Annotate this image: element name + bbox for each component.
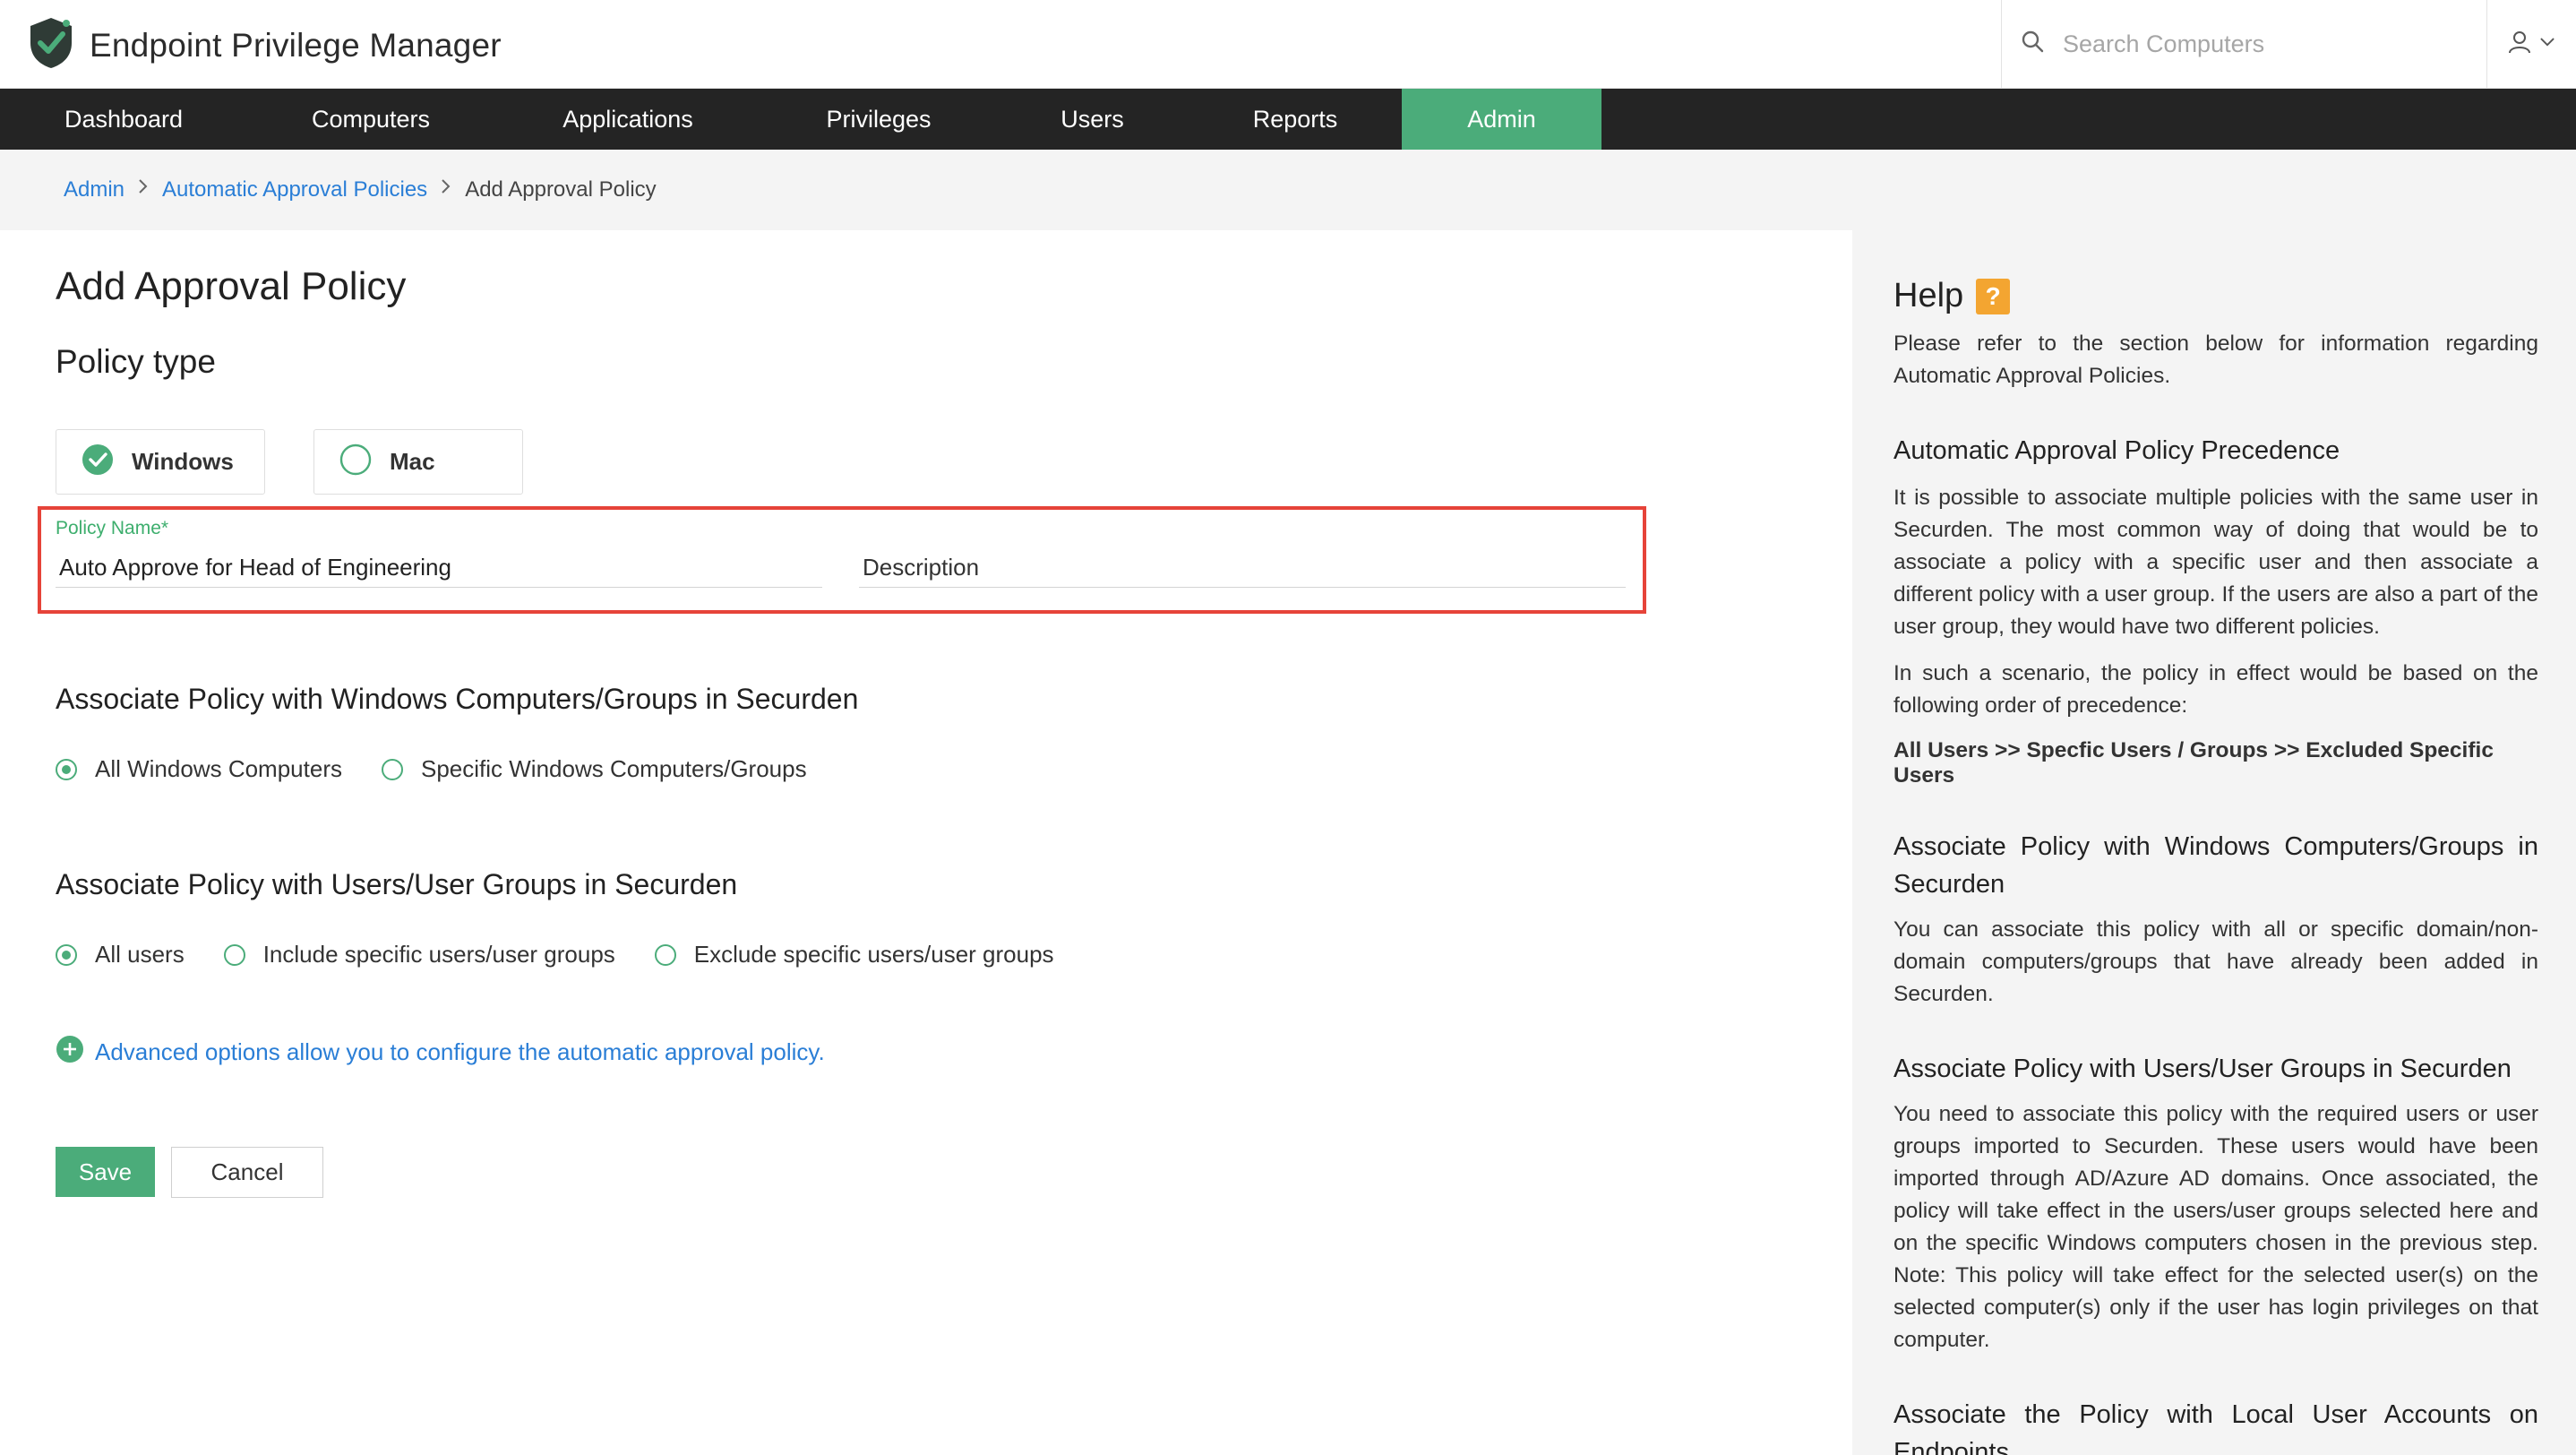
- radio-specific-windows-computers[interactable]: Specific Windows Computers/Groups: [381, 755, 807, 783]
- shield-logo-icon: [27, 16, 75, 74]
- radio-selected-icon: [56, 758, 77, 780]
- nav-users[interactable]: Users: [996, 89, 1189, 150]
- help-intro: Please refer to the section below for in…: [1893, 331, 2538, 388]
- save-button[interactable]: Save: [56, 1147, 155, 1197]
- radio-selected-icon: [56, 943, 77, 966]
- help-heading: Associate Policy with Users/User Groups …: [1893, 1055, 2512, 1083]
- user-icon: [2507, 30, 2532, 59]
- help-heading: Associate Policy with Windows Computers/…: [1893, 832, 2538, 899]
- computers-section-title: Associate Policy with Windows Computers/…: [56, 683, 859, 715]
- nav-applications[interactable]: Applications: [494, 89, 761, 150]
- radio-all-windows-computers[interactable]: All Windows Computers: [56, 755, 342, 783]
- breadcrumb-current: Add Approval Policy: [465, 176, 657, 202]
- help-title: Help ?: [1893, 277, 2538, 315]
- breadcrumb-admin[interactable]: Admin: [64, 177, 125, 202]
- advanced-options-link[interactable]: Advanced options allow you to configure …: [56, 1035, 825, 1070]
- plus-circle-icon: [56, 1035, 95, 1070]
- nav-admin[interactable]: Admin: [1402, 89, 1601, 150]
- app-title: Endpoint Privilege Manager: [90, 26, 502, 64]
- os-option-mac[interactable]: Mac: [313, 429, 523, 495]
- chevron-right-icon: [427, 176, 465, 202]
- radio-label: All Windows Computers: [95, 755, 342, 782]
- radio-all-users[interactable]: All users: [56, 941, 185, 969]
- help-precedence-order: All Users >> Specfic Users / Groups >> E…: [1893, 738, 2494, 788]
- policy-name-label: Policy Name*: [56, 518, 169, 538]
- help-question-icon: ?: [1976, 278, 2011, 314]
- help-title-text: Help: [1893, 277, 1964, 314]
- help-paragraph: In such a scenario, the policy in effect…: [1893, 661, 2538, 718]
- radio-empty-icon: [314, 443, 372, 480]
- help-heading: Automatic Approval Policy Precedence: [1893, 436, 2340, 465]
- description-input[interactable]: [859, 548, 1626, 588]
- help-paragraph: You can associate this policy with all o…: [1893, 917, 2538, 1006]
- help-panel[interactable]: Help ? Please refer to the section below…: [1852, 230, 2576, 1455]
- page-title: Add Approval Policy: [56, 264, 407, 308]
- chevron-down-icon: [2537, 32, 2557, 56]
- help-paragraph: It is possible to associate multiple pol…: [1893, 486, 2538, 639]
- policy-type-title: Policy type: [56, 343, 216, 380]
- nav-reports[interactable]: Reports: [1189, 89, 1402, 150]
- os-option-windows[interactable]: Windows: [56, 429, 265, 495]
- search-box: [2001, 0, 2486, 89]
- main-content: Add Approval Policy Policy type Windows …: [0, 230, 1852, 1455]
- radio-include-specific-users[interactable]: Include specific users/user groups: [223, 941, 615, 969]
- radio-empty-icon: [223, 943, 245, 966]
- brand[interactable]: Endpoint Privilege Manager: [27, 16, 502, 74]
- advanced-options-label: Advanced options allow you to configure …: [95, 1038, 825, 1065]
- help-heading: Associate the Policy with Local User Acc…: [1893, 1400, 2538, 1455]
- help-content: Help ? Please refer to the section below…: [1893, 277, 2538, 1455]
- radio-label: Specific Windows Computers/Groups: [420, 755, 807, 782]
- check-circle-icon: [56, 443, 114, 480]
- nav-computers[interactable]: Computers: [247, 89, 494, 150]
- cancel-button[interactable]: Cancel: [171, 1147, 323, 1198]
- users-section-title: Associate Policy with Users/User Groups …: [56, 868, 738, 900]
- main-nav: Dashboard Computers Applications Privile…: [0, 89, 2576, 150]
- os-option-label: Windows: [132, 448, 234, 475]
- radio-label: All users: [95, 941, 185, 968]
- description-field: [859, 518, 1626, 607]
- radio-empty-icon: [654, 943, 676, 966]
- nav-dashboard[interactable]: Dashboard: [0, 89, 247, 150]
- computer-radio-group: All Windows Computers Specific Windows C…: [56, 755, 846, 783]
- policy-name-input[interactable]: [56, 548, 822, 588]
- chevron-right-icon: [125, 176, 162, 202]
- radio-empty-icon: [381, 758, 403, 780]
- user-radio-group: All users Include specific users/user gr…: [56, 941, 1094, 969]
- radio-label: Include specific users/user groups: [262, 941, 615, 968]
- breadcrumb-bar: Admin Automatic Approval Policies Add Ap…: [0, 150, 2576, 230]
- search-input[interactable]: [2063, 30, 2457, 58]
- radio-label: Exclude specific users/user groups: [693, 941, 1054, 968]
- search-icon: [2002, 29, 2047, 60]
- breadcrumb-approval-policies[interactable]: Automatic Approval Policies: [162, 177, 427, 202]
- policy-name-field: Policy Name*: [56, 518, 822, 607]
- user-menu[interactable]: [2486, 0, 2576, 89]
- os-option-label: Mac: [390, 448, 435, 475]
- breadcrumb: Admin Automatic Approval Policies Add Ap…: [64, 176, 657, 202]
- nav-privileges[interactable]: Privileges: [761, 89, 996, 150]
- help-paragraph: You need to associate this policy with t…: [1893, 1102, 2538, 1352]
- top-header: Endpoint Privilege Manager: [0, 0, 2576, 89]
- radio-exclude-specific-users[interactable]: Exclude specific users/user groups: [654, 941, 1054, 969]
